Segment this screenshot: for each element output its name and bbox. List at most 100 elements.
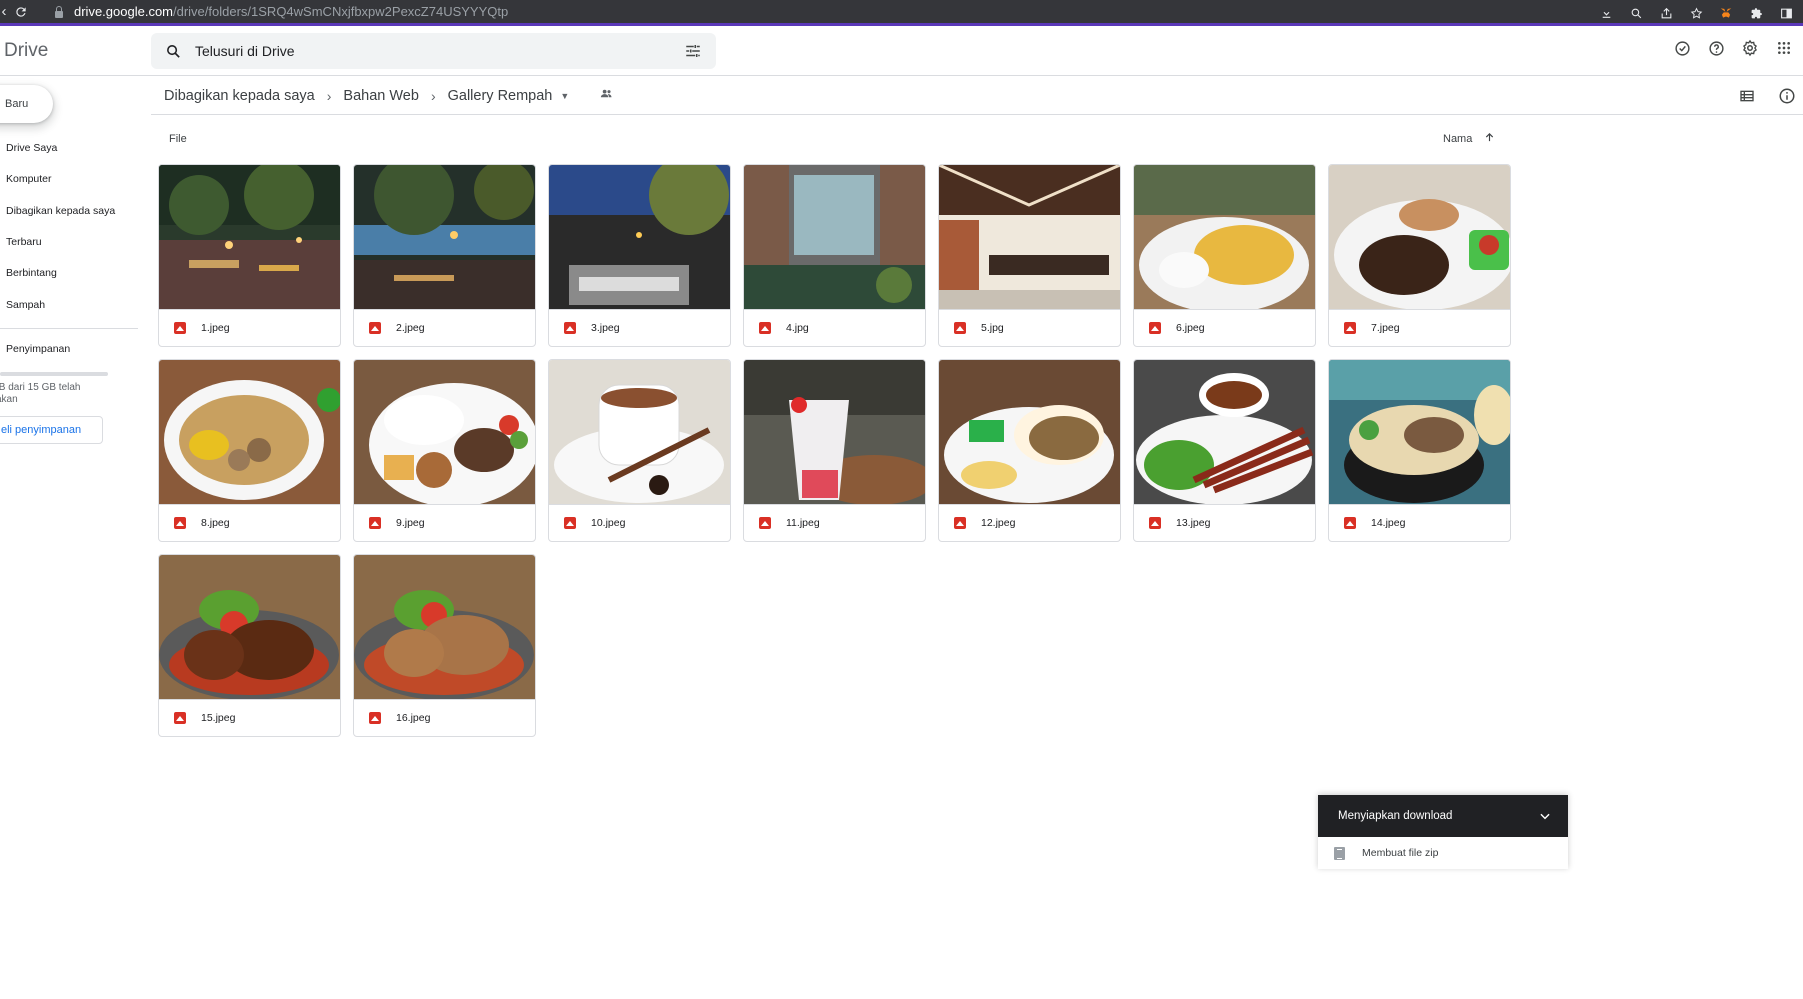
file-card[interactable]: 14.jpeg <box>1328 359 1511 542</box>
drive-header: Drive <box>0 26 1803 76</box>
sort-control[interactable]: Nama <box>1443 132 1495 146</box>
image-file-icon <box>954 517 966 529</box>
file-card[interactable]: 15.jpeg <box>158 554 341 737</box>
file-name: 2.jpeg <box>396 322 425 334</box>
file-thumbnail <box>939 165 1120 309</box>
file-thumbnail <box>1134 165 1315 309</box>
sidebar-item-recent[interactable]: Terbaru <box>6 236 42 248</box>
zoom-icon[interactable] <box>1627 4 1645 22</box>
file-card[interactable]: 11.jpeg <box>743 359 926 542</box>
search-input[interactable] <box>195 43 665 59</box>
file-card[interactable]: 13.jpeg <box>1133 359 1316 542</box>
search-bar[interactable] <box>151 33 716 69</box>
breadcrumb-item-current-folder[interactable]: Gallery Rempah <box>448 88 553 104</box>
section-label-files: File <box>169 133 187 145</box>
bookmark-star-icon[interactable] <box>1687 4 1705 22</box>
url-path: /drive/folders/1SRQ4wSmCNxjfbxpw2PexcZ74… <box>173 4 509 19</box>
file-card[interactable]: 12.jpeg <box>938 359 1121 542</box>
image-file-icon <box>1149 322 1161 334</box>
file-card[interactable]: 4.jpg <box>743 164 926 347</box>
app-name[interactable]: Drive <box>4 40 48 62</box>
image-file-icon <box>954 322 966 334</box>
file-thumbnail <box>1134 360 1315 504</box>
file-grid: 1.jpeg 2.jpeg 3.jpeg 4.jpg 5.jpg 6.jpeg <box>158 164 1513 737</box>
chevron-down-icon[interactable] <box>1538 809 1552 826</box>
download-panel-header[interactable]: Menyiapkan download <box>1318 795 1568 837</box>
file-name: 10.jpeg <box>591 517 626 529</box>
file-thumbnail <box>744 165 925 309</box>
file-card[interactable]: 10.jpeg <box>548 359 731 542</box>
file-thumbnail <box>159 360 340 504</box>
file-name: 9.jpeg <box>396 517 425 529</box>
share-page-icon[interactable] <box>1657 4 1675 22</box>
download-item: Membuat file zip <box>1318 837 1568 869</box>
download-panel: Menyiapkan download Membuat file zip <box>1318 795 1568 869</box>
new-button[interactable]: Baru <box>0 85 53 123</box>
sort-ascending-arrow-icon[interactable] <box>1484 132 1495 146</box>
settings-gear-icon[interactable] <box>1741 39 1759 57</box>
file-name: 3.jpeg <box>591 322 620 334</box>
sidebar-item-computers[interactable]: Komputer <box>6 173 52 185</box>
zip-file-icon <box>1334 846 1345 860</box>
breadcrumb-item-bahan-web[interactable]: Bahan Web <box>343 88 419 104</box>
sidebar-item-storage[interactable]: Penyimpanan <box>6 343 70 355</box>
file-card[interactable]: 5.jpg <box>938 164 1121 347</box>
download-item-label: Membuat file zip <box>1362 847 1439 859</box>
file-card[interactable]: 6.jpeg <box>1133 164 1316 347</box>
file-thumbnail <box>159 165 340 309</box>
image-file-icon <box>564 322 576 334</box>
storage-usage-line-1: IB dari 15 GB telah <box>0 382 81 393</box>
image-file-icon <box>1344 322 1356 334</box>
image-file-icon <box>174 712 186 724</box>
sidebar-item-my-drive[interactable]: Drive Saya <box>6 142 57 154</box>
url-field[interactable]: drive.google.com/drive/folders/1SRQ4wSmC… <box>54 4 508 19</box>
info-icon[interactable] <box>1777 86 1797 106</box>
storage-usage-line-2: akan <box>0 394 18 405</box>
sidebar-item-starred[interactable]: Berbintang <box>6 267 57 279</box>
file-thumbnail <box>354 555 535 699</box>
offline-ready-icon[interactable] <box>1673 39 1691 57</box>
breadcrumb-bar: Dibagikan kepada saya › Bahan Web › Gall… <box>151 77 1803 115</box>
storage-usage-text: IB dari 15 GB telah akan <box>0 382 116 406</box>
image-file-icon <box>759 322 771 334</box>
file-card[interactable]: 8.jpeg <box>158 359 341 542</box>
search-options-icon[interactable] <box>684 42 702 65</box>
buy-storage-button[interactable]: eli penyimpanan <box>0 416 103 444</box>
lock-icon <box>54 5 64 18</box>
file-card[interactable]: 2.jpeg <box>353 164 536 347</box>
reload-icon[interactable] <box>8 0 34 25</box>
search-icon[interactable] <box>151 43 195 60</box>
image-file-icon <box>174 322 186 334</box>
back-icon[interactable]: ‹ <box>0 0 8 25</box>
image-file-icon <box>1344 517 1356 529</box>
file-card[interactable]: 1.jpeg <box>158 164 341 347</box>
shared-folder-people-icon[interactable] <box>599 86 614 105</box>
file-card[interactable]: 9.jpeg <box>353 359 536 542</box>
file-name: 13.jpeg <box>1176 517 1211 529</box>
dropdown-arrow-icon[interactable]: ▼ <box>560 91 569 101</box>
breadcrumb: Dibagikan kepada saya › Bahan Web › Gall… <box>164 86 614 105</box>
file-name: 12.jpeg <box>981 517 1016 529</box>
sort-label[interactable]: Nama <box>1443 133 1472 145</box>
image-file-icon <box>759 517 771 529</box>
extensions-puzzle-icon[interactable] <box>1747 4 1765 22</box>
apps-grid-icon[interactable] <box>1775 39 1793 57</box>
file-card[interactable]: 3.jpeg <box>548 164 731 347</box>
metamask-extension-icon[interactable] <box>1717 4 1735 22</box>
file-name: 7.jpeg <box>1371 322 1400 334</box>
install-icon[interactable] <box>1597 4 1615 22</box>
file-thumbnail <box>549 165 730 309</box>
storage-usage-bar <box>0 372 108 376</box>
help-icon[interactable] <box>1707 39 1725 57</box>
file-card[interactable]: 16.jpeg <box>353 554 536 737</box>
list-view-icon[interactable] <box>1737 86 1757 106</box>
image-file-icon <box>369 517 381 529</box>
sidebar-item-trash[interactable]: Sampah <box>6 299 45 311</box>
image-file-icon <box>369 712 381 724</box>
file-card[interactable]: 7.jpeg <box>1328 164 1511 347</box>
side-panel-icon[interactable] <box>1777 4 1795 22</box>
breadcrumb-item-shared[interactable]: Dibagikan kepada saya <box>164 88 315 104</box>
file-name: 1.jpeg <box>201 322 230 334</box>
download-title: Menyiapkan download <box>1338 810 1453 822</box>
sidebar-item-shared-with-me[interactable]: Dibagikan kepada saya <box>6 205 115 217</box>
